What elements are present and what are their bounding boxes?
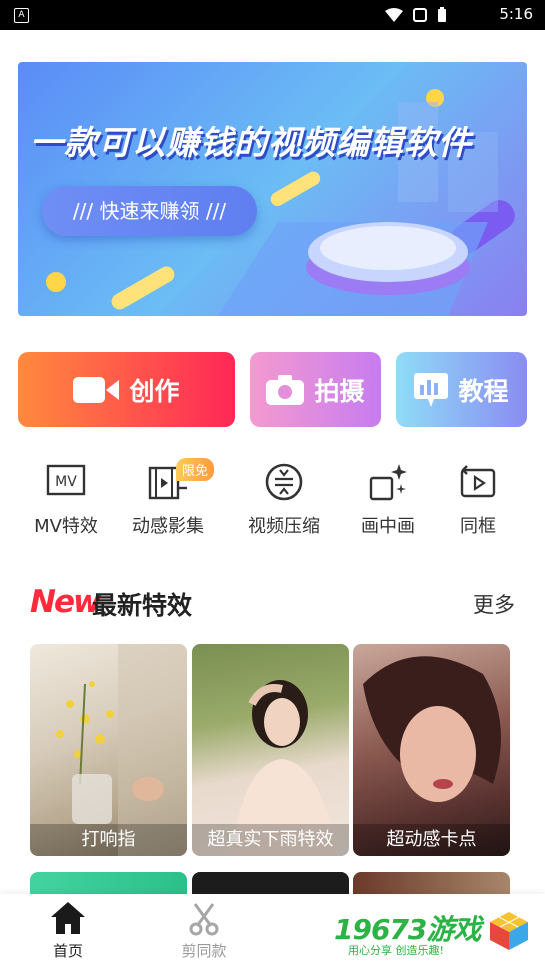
watermark-ad: 19673游戏 用心分享 创造乐趣! [334, 906, 534, 960]
shoot-button[interactable]: 拍摄 [250, 352, 381, 427]
tool-same-frame[interactable]: 同框 [428, 460, 528, 538]
tool-label: MV特效 [34, 516, 98, 537]
battery-icon [438, 7, 446, 22]
status-time: 5:16 [499, 5, 533, 23]
effect-card-beat[interactable]: 超动感卡点 [353, 644, 510, 856]
same-frame-icon [458, 462, 498, 502]
tool-label: 视频压缩 [248, 516, 320, 537]
tutorial-button[interactable]: 教程 [396, 352, 527, 427]
mv-icon: MV [46, 462, 86, 502]
section-header: New 最新特效 更多 [30, 580, 515, 624]
effect-card-rain[interactable]: 超真实下雨特效 [192, 644, 349, 856]
effect-cards: 打响指 超真实下雨特效 超动感卡点 [30, 644, 510, 856]
section-title: 最新特效 [92, 591, 193, 620]
tool-mv-effects[interactable]: MV MV特效 [16, 460, 116, 538]
cube-logo-icon [490, 912, 528, 950]
video-camera-icon [73, 376, 120, 403]
nav-template[interactable]: 剪同款 [164, 900, 244, 961]
card-caption: 超真实下雨特效 [192, 824, 349, 856]
effect-card-snap[interactable]: 打响指 [30, 644, 187, 856]
new-logo: New [30, 584, 102, 620]
card-caption: 打响指 [30, 824, 187, 856]
nav-label: 剪同款 [181, 942, 227, 960]
shoot-button-label: 拍摄 [314, 376, 365, 406]
tool-video-compress[interactable]: 视频压缩 [234, 460, 334, 538]
nav-home[interactable]: 首页 [28, 900, 108, 961]
tool-row: MV MV特效 动感影集 限免 视频压缩 画中画 同框 [0, 458, 545, 550]
banner-title: 一款可以赚钱的视频编辑软件 [30, 123, 472, 162]
home-icon [51, 902, 85, 934]
create-button[interactable]: 创作 [18, 352, 235, 427]
promo-banner[interactable]: 一款可以赚钱的视频编辑软件 /// 快速来赚领 /// [18, 62, 527, 316]
bottom-nav: 首页 剪同款 19673游戏 用心分享 创造乐趣! [0, 894, 545, 970]
card-caption: 超动感卡点 [353, 824, 510, 856]
status-icons [385, 7, 447, 23]
create-button-label: 创作 [129, 376, 180, 406]
tool-label: 同框 [460, 516, 496, 537]
wifi-icon [385, 8, 403, 22]
compress-icon [264, 462, 304, 502]
main-actions: 创作 拍摄 教程 [18, 352, 527, 427]
status-bar: A 5:16 [0, 0, 545, 30]
ad-slogan: 用心分享 创造乐趣! [348, 944, 444, 957]
app-notification-icon: A [14, 8, 29, 23]
tool-label: 画中画 [361, 516, 415, 537]
tool-picture-in-picture[interactable]: 画中画 [338, 460, 438, 538]
banner-cta-button[interactable]: /// 快速来赚领 /// [42, 186, 257, 236]
signal-icon [413, 8, 427, 22]
more-link[interactable]: 更多 [473, 589, 515, 619]
tutorial-button-label: 教程 [458, 376, 509, 406]
picture-in-picture-icon [368, 462, 408, 502]
svg-text:MV: MV [55, 474, 77, 490]
tutorial-icon [414, 372, 449, 407]
nav-label: 首页 [52, 942, 83, 960]
tool-label: 动感影集 [132, 516, 204, 537]
camera-icon [266, 374, 305, 405]
free-badge: 限免 [176, 458, 215, 481]
scissors-icon [189, 903, 219, 936]
